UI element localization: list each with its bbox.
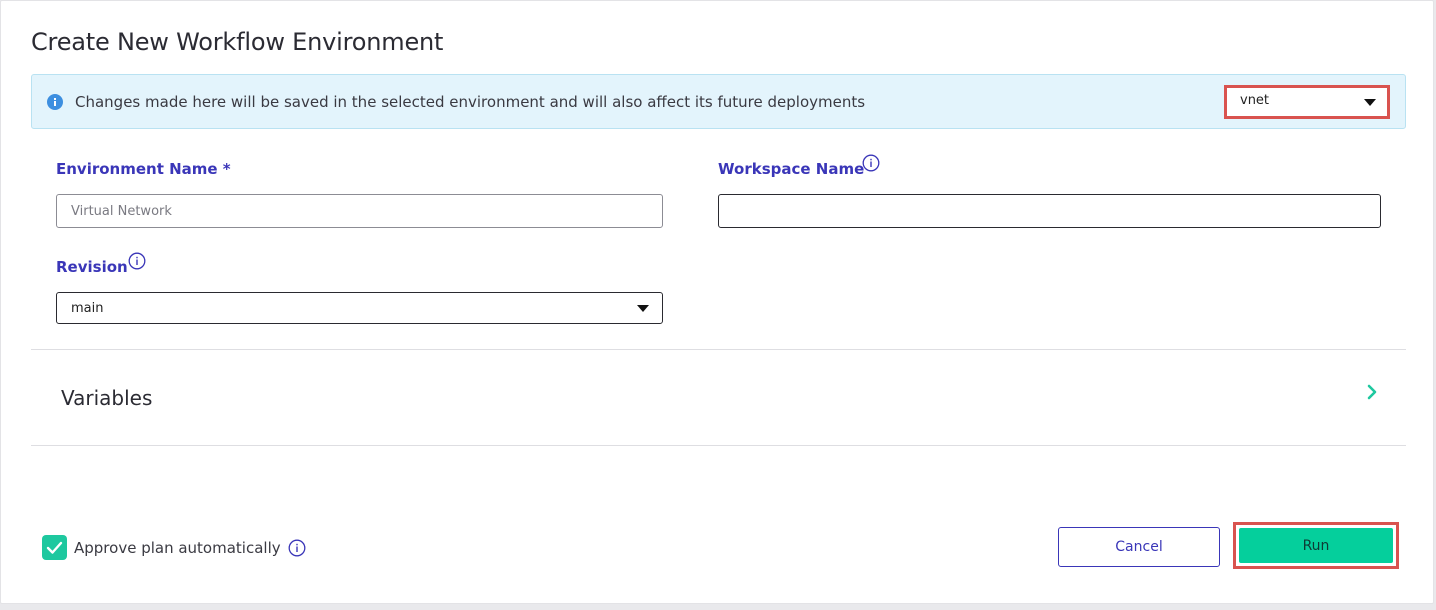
revision-select[interactable]: main [56,292,663,324]
cancel-button[interactable]: Cancel [1058,527,1220,567]
run-button[interactable]: Run [1239,528,1393,563]
revision-label: Revision [56,258,128,276]
run-button-highlight: Run [1233,522,1399,569]
dialog-title: Create New Workflow Environment [31,28,444,56]
approve-plan-label: Approve plan automatically [74,539,281,557]
environment-select-value: vnet [1240,93,1270,108]
revision-select-value: main [71,301,104,316]
info-banner-message: Changes made here will be saved in the s… [75,93,866,111]
environment-name-input[interactable] [56,194,663,228]
environment-select[interactable]: vnet [1224,85,1390,119]
workflow-environment-dialog: Create New Workflow Environment Changes … [0,0,1434,604]
info-filled-icon [47,94,63,110]
checkmark-icon [46,541,63,554]
environment-name-label: Environment Name * [56,160,231,178]
approve-plan-checkbox[interactable] [42,535,67,560]
approve-plan-info-icon[interactable] [288,539,306,557]
section-divider-top [31,349,1406,350]
workspace-info-icon[interactable] [862,154,880,172]
revision-info-icon[interactable] [128,252,146,270]
variables-section-title: Variables [61,386,153,410]
chevron-right-icon[interactable] [1363,382,1383,402]
workspace-name-input[interactable] [718,194,1381,228]
info-banner: Changes made here will be saved in the s… [31,74,1406,129]
workspace-name-label: Workspace Name [718,160,865,178]
caret-down-icon [1364,99,1376,106]
section-divider-bottom [31,445,1406,446]
caret-down-icon [637,305,649,312]
